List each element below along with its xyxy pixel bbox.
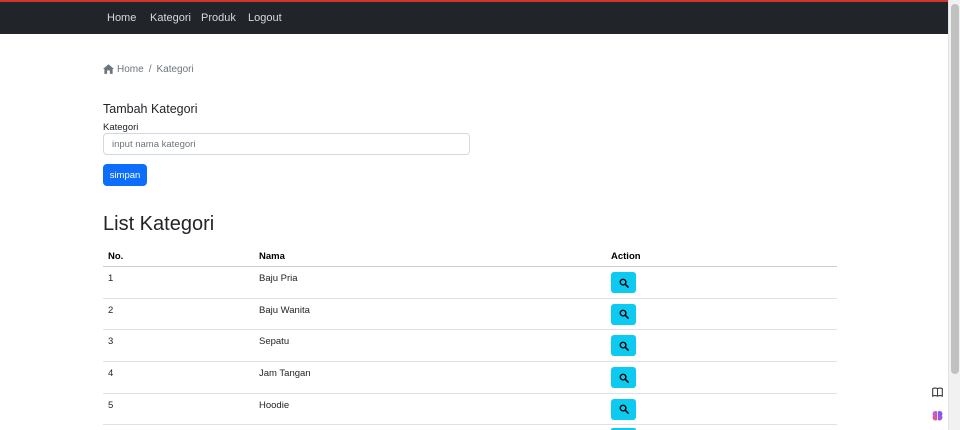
row-name: Jam Tangan: [259, 368, 311, 380]
kategori-input[interactable]: [103, 133, 470, 155]
navbar: Home Kategori Produk Logout: [0, 2, 948, 34]
search-icon: [619, 404, 629, 415]
row-name: Baju Pria: [259, 273, 298, 284]
book-icon[interactable]: [928, 383, 946, 401]
search-icon: [619, 341, 629, 351]
row-name: Hoodie: [259, 399, 290, 411]
table-header: No. Nama Action: [103, 246, 837, 267]
table-row: 5 Hoodie: [103, 394, 837, 426]
column-header-nama: Nama: [259, 251, 285, 262]
search-icon: [619, 373, 629, 383]
table-row: 1 Baju Pria: [103, 267, 837, 299]
table-row: 2 Baju Wanita: [103, 299, 837, 331]
save-button[interactable]: simpan: [103, 164, 147, 186]
kategori-table: No. Nama Action 1 Baju Pria 2 Baju Wanit…: [103, 246, 837, 426]
table-row: 3 Sepatu: [103, 330, 837, 363]
form-title: Tambah Kategori: [103, 102, 198, 116]
nav-produk[interactable]: Produk: [201, 2, 236, 34]
row-number: 5: [108, 399, 114, 411]
scrollbar[interactable]: [948, 0, 960, 430]
table-row: 4 Jam Tangan: [103, 362, 837, 394]
row-name: Baju Wanita: [259, 304, 310, 316]
row-number: 1: [108, 273, 114, 284]
view-button[interactable]: [611, 272, 636, 293]
breadcrumb-home-link[interactable]: Home: [117, 64, 144, 75]
column-header-no: No.: [108, 251, 124, 262]
brain-icon[interactable]: [928, 406, 946, 424]
view-button[interactable]: [611, 367, 636, 389]
row-name: Sepatu: [259, 336, 290, 348]
kategori-label: Kategori: [103, 122, 139, 133]
view-button[interactable]: [611, 335, 636, 357]
row-number: 3: [108, 336, 114, 348]
home-icon: [103, 64, 114, 74]
view-button[interactable]: [611, 398, 636, 420]
breadcrumb: Home / Kategori: [103, 62, 194, 76]
scrollbar-thumb[interactable]: [951, 4, 959, 374]
nav-kategori[interactable]: Kategori: [150, 2, 191, 34]
nav-logout[interactable]: Logout: [248, 2, 282, 34]
breadcrumb-separator: /: [148, 63, 152, 75]
column-header-action: Action: [611, 251, 641, 262]
nav-home[interactable]: Home: [107, 2, 136, 34]
row-number: 2: [108, 304, 114, 316]
breadcrumb-current: Kategori: [156, 63, 194, 75]
view-button[interactable]: [611, 303, 636, 325]
search-icon: [619, 278, 629, 288]
row-number: 4: [108, 368, 114, 380]
search-icon: [619, 309, 629, 320]
list-title: List Kategori: [103, 213, 215, 235]
